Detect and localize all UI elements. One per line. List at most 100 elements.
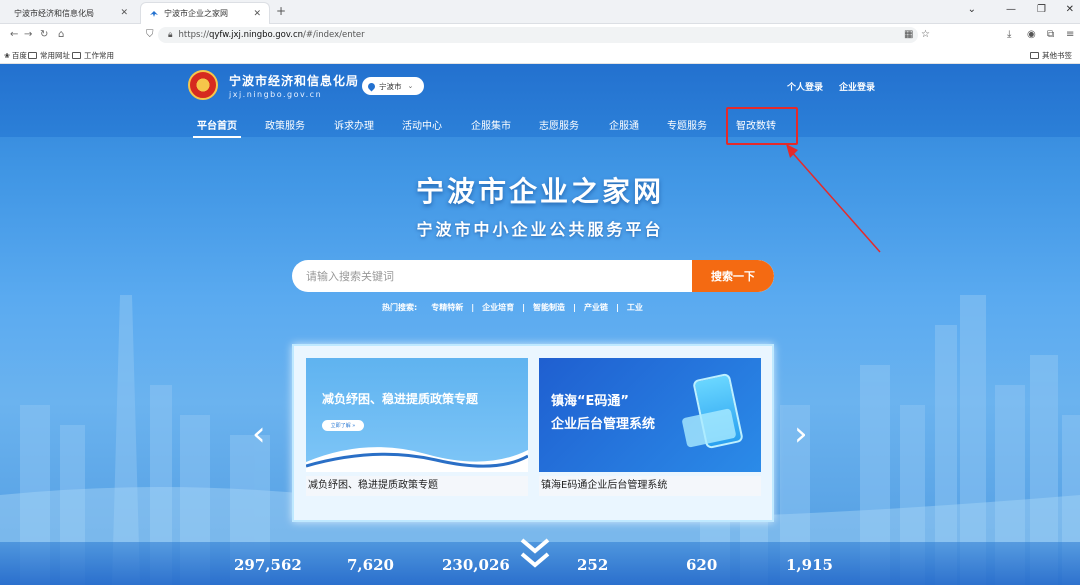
stat-value: 230,026 [442, 556, 510, 574]
qr-code-icon[interactable]: ▦ [904, 29, 913, 40]
stat-value: 7,620 [347, 556, 394, 574]
site-favicon-icon [149, 9, 159, 19]
minimize-icon[interactable]: — [1006, 4, 1016, 15]
bookmark-label: 常用网址 [40, 51, 70, 60]
wave-decoration [306, 447, 528, 472]
nav-special-topics[interactable]: 专题服务 [667, 117, 707, 132]
nav-volunteer-services[interactable]: 志愿服务 [539, 117, 579, 132]
stat-value: 297,562 [234, 556, 302, 574]
stat-value: 252 [577, 556, 609, 574]
folder-icon [72, 52, 81, 59]
bookmarks-bar: ❀ 百度 常用网址 工作常用 其他书签 [0, 46, 1080, 64]
account-icon[interactable]: ◉ [1027, 29, 1036, 40]
restore-icon[interactable]: ❐ [1037, 4, 1046, 15]
url-path: /#/index/enter [303, 30, 365, 40]
tab-title: 宁波市企业之家网 [164, 9, 228, 18]
folder-icon [28, 52, 37, 59]
city-select[interactable]: 宁波市 ⌄ [362, 77, 424, 95]
bookmark-folder-work[interactable]: 工作常用 [72, 50, 114, 61]
close-tab-icon[interactable]: ✕ [120, 8, 128, 18]
nav-home[interactable]: 平台首页 [193, 117, 241, 138]
search-button[interactable]: 搜索一下 [692, 260, 774, 292]
hot-search-label: 热门搜索: [382, 303, 418, 312]
folder-icon [1030, 52, 1039, 59]
nav-policy-services[interactable]: 政策服务 [265, 117, 305, 132]
carousel-card[interactable]: 减负纾困、稳进提质政策专题 立即了解 » 减负纾困、稳进提质政策专题 [306, 358, 528, 496]
enterprise-login-link[interactable]: 企业登录 [839, 80, 875, 93]
card-image-text: 减负纾困、稳进提质政策专题 [322, 392, 479, 406]
annotation-arrow [786, 144, 881, 253]
hot-term[interactable]: 专精特新 [431, 302, 463, 313]
shield-icon[interactable]: ⛉ [146, 29, 154, 40]
nav-appeals[interactable]: 诉求办理 [334, 117, 374, 132]
card-image: 减负纾困、稳进提质政策专题 立即了解 » [306, 358, 528, 472]
close-tab-icon[interactable]: ✕ [253, 9, 261, 19]
search-input[interactable] [292, 260, 692, 292]
double-chevron-down-icon[interactable] [519, 536, 551, 572]
url-field[interactable]: 🔒︎ https:// qyfw.jxj.ningbo.gov.cn /#/in… [158, 27, 918, 43]
close-window-icon[interactable]: ✕ [1066, 4, 1074, 15]
card-caption[interactable]: 减负纾困、稳进提质政策专题 [306, 476, 528, 496]
site-domain: jxj.ningbo.gov.cn [229, 90, 323, 99]
card-image: 镇海“E码通” 企业后台管理系统 [539, 358, 761, 472]
nav-activity-center[interactable]: 活动中心 [402, 117, 442, 132]
back-icon[interactable]: ← [10, 29, 18, 40]
tab-title: 宁波市经济和信息化局 [14, 8, 94, 18]
bookmark-baidu[interactable]: ❀ 百度 [4, 50, 27, 61]
national-emblem-logo [188, 70, 218, 100]
separator: | [573, 303, 576, 312]
bookmark-label: 其他书签 [1042, 51, 1072, 60]
stat-value: 620 [686, 556, 718, 574]
bookmark-label: 工作常用 [84, 51, 114, 60]
location-pin-icon [366, 81, 377, 91]
bookmark-folder-other[interactable]: 其他书签 [1030, 50, 1072, 61]
hero-title: 宁波市企业之家网 [415, 175, 664, 208]
hot-term[interactable]: 企业培育 [482, 302, 514, 313]
carousel-card[interactable]: 镇海“E码通” 企业后台管理系统 镇海E码通企业后台管理系统 [539, 358, 761, 496]
extensions-icon[interactable]: ⧉ [1047, 29, 1054, 40]
stat-value: 1,915 [786, 556, 833, 574]
card-image-text: 镇海“E码通” [551, 394, 629, 409]
separator: | [522, 303, 526, 312]
bookmark-folder-common[interactable]: 常用网址 [28, 50, 70, 61]
paw-icon: ❀ [4, 51, 10, 60]
hero-subtitle: 宁波市中小企业公共服务平台 [416, 220, 664, 239]
tab-list-chevron-icon[interactable]: ⌄ [968, 4, 976, 15]
bookmark-label: 百度 [11, 51, 27, 60]
browser-tab-bar: 宁波市经济和信息化局 ✕ 宁波市企业之家网 ✕ + ⌄ — ❐ ✕ [0, 0, 1080, 24]
address-bar-row: ← → ↻ ⌂ ⛉ 🔒︎ https:// qyfw.jxj.ningbo.go… [0, 24, 1080, 46]
browser-tab-2[interactable]: 宁波市企业之家网 ✕ [140, 2, 270, 24]
search-box: 搜索一下 [292, 260, 774, 292]
page-content: 宁波市经济和信息化局 jxj.ningbo.gov.cn 宁波市 ⌄ 个人登录 … [0, 64, 1080, 585]
site-title: 宁波市经济和信息化局 [229, 74, 360, 88]
browser-tab-1[interactable]: 宁波市经济和信息化局 ✕ [6, 2, 136, 24]
card-image-text: 企业后台管理系统 [551, 417, 656, 432]
separator: | [471, 303, 475, 312]
reload-icon[interactable]: ↻ [40, 29, 48, 40]
hot-term[interactable]: 智能制造 [533, 302, 565, 313]
forward-icon[interactable]: → [24, 29, 32, 40]
url-host: qyfw.jxj.ningbo.gov.cn [209, 30, 304, 40]
download-icon[interactable]: ⤓ [1007, 29, 1011, 40]
learn-more-button[interactable]: 立即了解 » [322, 420, 364, 431]
main-nav: 平台首页 政策服务 诉求办理 活动中心 企服集市 志愿服务 企服通 专题服务 智… [0, 112, 1080, 138]
chevron-down-icon: ⌄ [407, 82, 414, 90]
nav-service-market[interactable]: 企服集市 [471, 117, 511, 132]
new-tab-icon[interactable]: + [276, 4, 286, 18]
separator: | [615, 303, 619, 312]
chevron-right-icon[interactable]: › [794, 414, 808, 454]
hot-term[interactable]: 工业 [627, 302, 643, 313]
url-scheme: https:// [178, 30, 209, 40]
banner-carousel: 减负纾困、稳进提质政策专题 立即了解 » 减负纾困、稳进提质政策专题 镇海“E码… [292, 344, 774, 522]
hot-term[interactable]: 产业链 [584, 302, 608, 313]
personal-login-link[interactable]: 个人登录 [787, 80, 823, 93]
city-select-value: 宁波市 [379, 81, 402, 91]
home-icon[interactable]: ⌂ [58, 29, 64, 40]
card-caption[interactable]: 镇海E码通企业后台管理系统 [539, 476, 761, 496]
chevron-left-icon[interactable]: ‹ [252, 414, 266, 454]
menu-icon[interactable]: ≡ [1066, 29, 1074, 40]
star-icon[interactable]: ☆ [921, 29, 930, 40]
lock-icon: 🔒︎ [168, 30, 173, 40]
nav-qifutong[interactable]: 企服通 [609, 117, 639, 132]
hot-search: 热门搜索: 专精特新 | 企业培育 | 智能制造 | 产业链 | 工业 [382, 302, 643, 313]
